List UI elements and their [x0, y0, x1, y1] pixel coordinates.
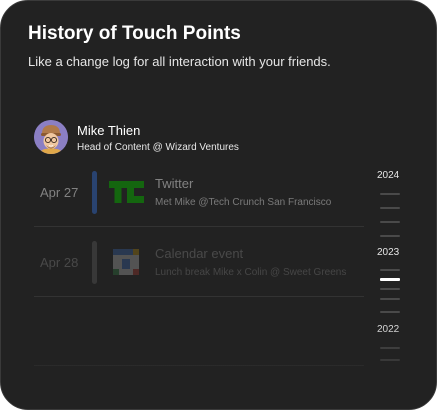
timeline-tick[interactable] — [380, 288, 400, 290]
touch-points-card: History of Touch Points Like a change lo… — [0, 0, 437, 410]
timeline-tick-active[interactable] — [380, 278, 400, 281]
touch-point-entry[interactable]: Apr 27 Twitter Met Mike @Tech Crunch San… — [1, 171, 436, 241]
card-subtitle: Like a change log for all interaction wi… — [28, 54, 331, 69]
entry-description: Met Mike @Tech Crunch San Francisco — [155, 197, 332, 208]
entry-date: Apr 27 — [40, 185, 79, 200]
entry-title: Calendar event — [155, 246, 244, 261]
touch-point-entry[interactable]: Apr 28 Calendar event Lunch break Mike x… — [1, 241, 436, 311]
timeline-year-2024[interactable]: 2024 — [377, 170, 399, 181]
timeline-tick[interactable] — [380, 347, 400, 349]
memoji-avatar-icon — [34, 120, 68, 154]
timeline-tick[interactable] — [380, 269, 400, 271]
entry-accent-bar — [92, 171, 97, 214]
person-name: Mike Thien — [77, 123, 141, 138]
entry-divider — [34, 226, 364, 227]
timeline-tick[interactable] — [380, 311, 400, 313]
bottom-fade — [1, 319, 436, 409]
timeline-tick[interactable] — [380, 193, 400, 195]
timeline-tick[interactable] — [380, 235, 400, 237]
timeline-tick[interactable] — [380, 207, 400, 209]
google-calendar-logo-icon — [109, 248, 145, 276]
timeline-tick[interactable] — [380, 298, 400, 300]
techcrunch-logo-icon — [109, 178, 145, 206]
timeline-tick[interactable] — [380, 359, 400, 361]
person-role: Head of Content @ Wizard Ventures — [77, 142, 239, 153]
entry-date: Apr 28 — [40, 255, 79, 270]
timeline-year-2022[interactable]: 2022 — [377, 324, 399, 335]
timeline-year-2023[interactable]: 2023 — [377, 247, 399, 258]
entry-title: Twitter — [155, 176, 194, 191]
entry-accent-bar — [92, 241, 97, 284]
timeline-tick[interactable] — [380, 221, 400, 223]
avatar[interactable] — [34, 120, 68, 154]
entry-divider — [34, 296, 364, 297]
entry-divider — [34, 365, 364, 366]
card-title: History of Touch Points — [28, 23, 241, 44]
entry-description: Lunch break Mike x Colin @ Sweet Greens — [155, 267, 347, 278]
